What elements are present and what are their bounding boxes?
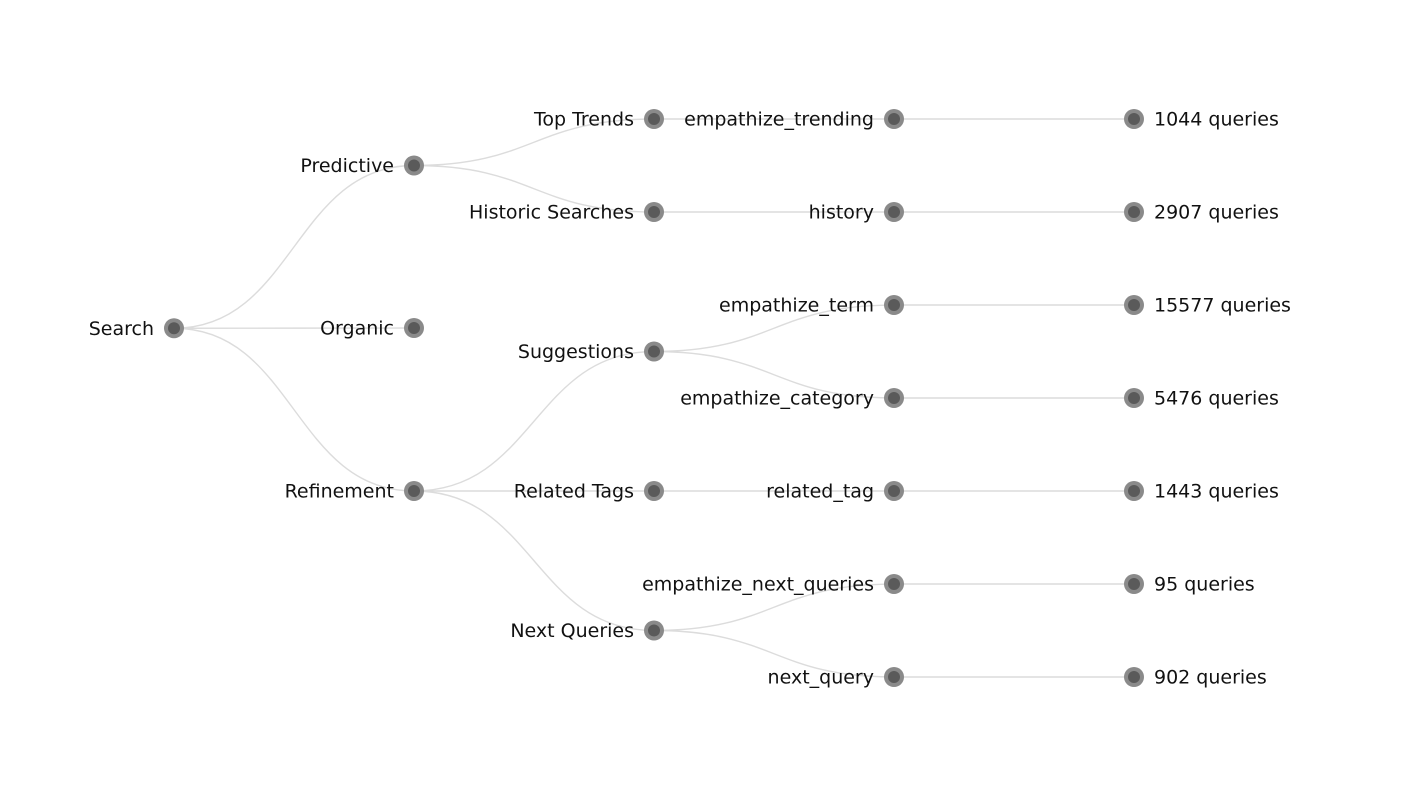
- node-marker-inner: [1128, 113, 1140, 125]
- tree-node-queries-902[interactable]: 902 queries: [1124, 667, 1267, 689]
- node-label-queries-2907: 2907 queries: [1154, 202, 1279, 224]
- node-label-queries-902: 902 queries: [1154, 667, 1267, 689]
- node-marker-inner: [888, 113, 900, 125]
- node-marker-inner: [1128, 299, 1140, 311]
- tree-node-queries-5476[interactable]: 5476 queries: [1124, 388, 1279, 410]
- node-marker-inner: [648, 485, 660, 497]
- node-label-history: history: [809, 202, 874, 224]
- node-marker-inner: [168, 322, 180, 335]
- node-label-predictive: Predictive: [300, 155, 394, 177]
- tree-node-empathize-category[interactable]: empathize_category: [680, 388, 904, 410]
- tree-node-top-trends[interactable]: Top Trends: [533, 109, 664, 131]
- node-marker-inner: [1128, 578, 1140, 590]
- tree-node-predictive[interactable]: Predictive: [300, 155, 424, 177]
- node-label-organic: Organic: [320, 318, 394, 340]
- node-marker-inner: [888, 299, 900, 311]
- node-label-suggestions: Suggestions: [518, 341, 634, 363]
- node-label-queries-15577: 15577 queries: [1154, 295, 1291, 317]
- node-label-empathize-term: empathize_term: [719, 295, 874, 317]
- node-label-empathize-category: empathize_category: [680, 388, 874, 410]
- node-marker-inner: [648, 206, 660, 218]
- node-marker-inner: [888, 578, 900, 590]
- edge-search-to-refinement: [173, 327, 415, 492]
- search-tree-diagram: Search Predictive Top Trends empathize_tren…: [89, 109, 1291, 689]
- tree-node-history[interactable]: history: [809, 202, 904, 224]
- tree-node-empathize-next-queries[interactable]: empathize_next_queries: [642, 574, 904, 596]
- tree-node-queries-95[interactable]: 95 queries: [1124, 574, 1255, 596]
- node-label-queries-1044: 1044 queries: [1154, 109, 1279, 131]
- node-label-search: Search: [89, 318, 154, 340]
- node-marker-inner: [1128, 671, 1140, 683]
- tree-node-search[interactable]: Search: [89, 318, 184, 340]
- node-marker-inner: [648, 113, 660, 125]
- node-label-empathize-next-queries: empathize_next_queries: [642, 574, 874, 596]
- node-marker-inner: [1128, 206, 1140, 218]
- node-marker-inner: [888, 206, 900, 218]
- node-label-queries-95: 95 queries: [1154, 574, 1255, 596]
- node-label-next-queries: Next Queries: [510, 620, 634, 642]
- edge-refinement-to-suggestions: [413, 350, 655, 492]
- edge-search-to-predictive: [173, 164, 415, 329]
- node-marker-inner: [1128, 485, 1140, 497]
- tree-node-next-queries[interactable]: Next Queries: [510, 620, 664, 642]
- node-label-historic-searches: Historic Searches: [469, 202, 634, 224]
- tree-node-queries-1044[interactable]: 1044 queries: [1124, 109, 1279, 131]
- edge-refinement-to-next-queries: [413, 490, 655, 632]
- node-marker-inner: [888, 671, 900, 683]
- node-marker-inner: [408, 485, 420, 497]
- node-label-next-query: next_query: [768, 667, 874, 689]
- tree-node-queries-1443[interactable]: 1443 queries: [1124, 481, 1279, 503]
- node-label-refinement: Refinement: [285, 481, 394, 503]
- node-marker-inner: [888, 392, 900, 404]
- node-label-related-tag: related_tag: [766, 481, 874, 503]
- node-marker-inner: [648, 345, 660, 358]
- node-marker-inner: [408, 159, 420, 172]
- node-label-queries-1443: 1443 queries: [1154, 481, 1279, 503]
- node-label-top-trends: Top Trends: [533, 109, 634, 131]
- node-label-queries-5476: 5476 queries: [1154, 388, 1279, 410]
- node-marker-inner: [1128, 392, 1140, 404]
- node-label-empathize-trending: empathize_trending: [684, 109, 874, 131]
- node-marker-inner: [888, 485, 900, 497]
- tree-node-refinement[interactable]: Refinement: [285, 481, 424, 503]
- tree-node-queries-15577[interactable]: 15577 queries: [1124, 295, 1291, 317]
- tree-node-historic-searches[interactable]: Historic Searches: [469, 202, 664, 224]
- node-label-related-tags: Related Tags: [514, 481, 634, 503]
- tree-node-empathize-trending[interactable]: empathize_trending: [684, 109, 904, 131]
- node-marker-inner: [408, 322, 420, 334]
- tree-node-queries-2907[interactable]: 2907 queries: [1124, 202, 1279, 224]
- node-marker-inner: [648, 624, 660, 637]
- tree-node-organic[interactable]: Organic: [320, 318, 424, 340]
